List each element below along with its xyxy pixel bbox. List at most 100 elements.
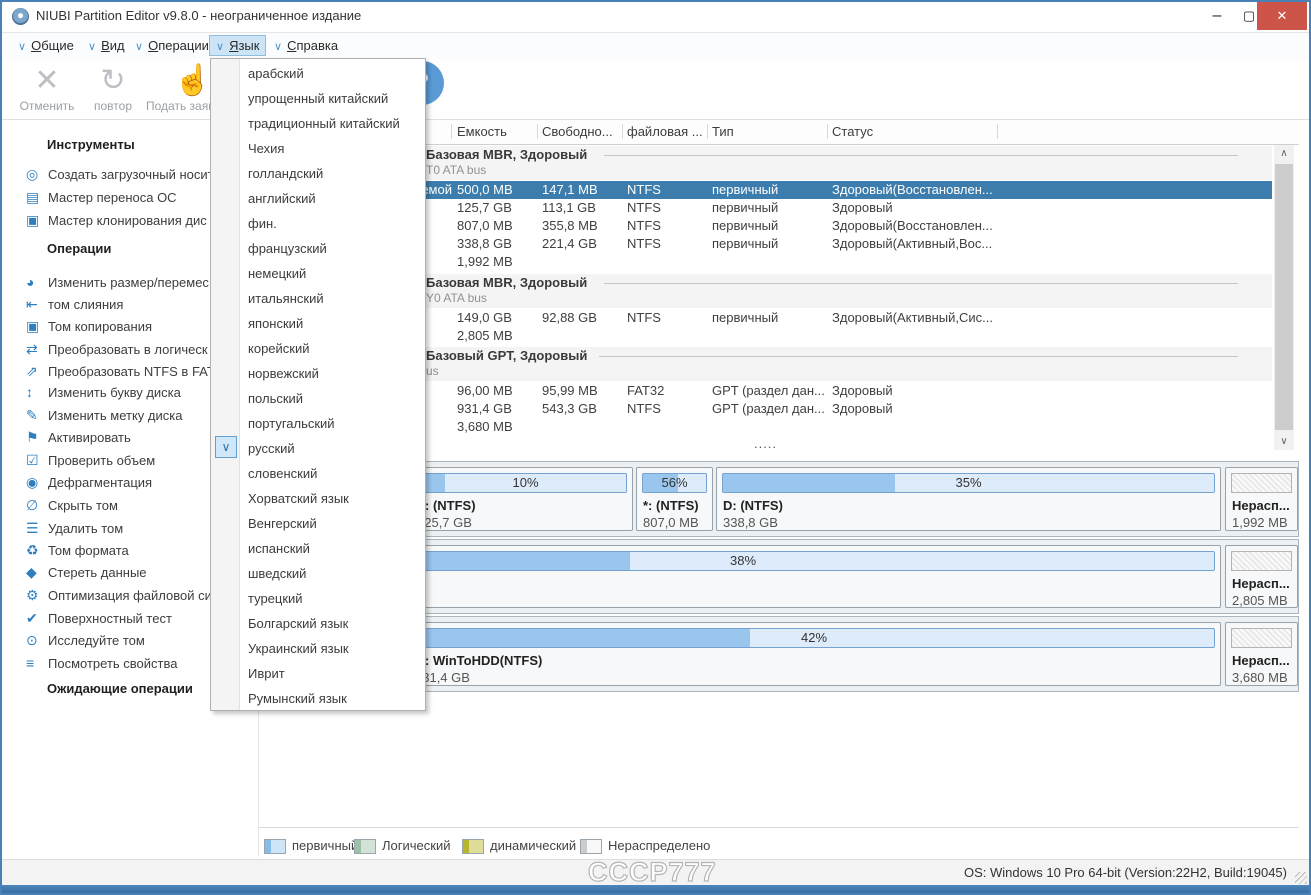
menu-item-norwegian[interactable]: норвежский [211, 361, 425, 386]
unallocated-block[interactable]: Нерасп... 3,680 MB [1225, 622, 1298, 686]
drive-letter-icon: ↕ [26, 382, 48, 402]
menu-item-turkish[interactable]: турецкий [211, 586, 425, 611]
sidebar-item-wipe-data[interactable]: ◆Стереть данные [26, 562, 147, 582]
sidebar-item-os-migration[interactable]: ▤Мастер переноса ОС [26, 187, 177, 207]
partition-block[interactable]: 42% : WinToHDD(NTFS) 931,4 GB [407, 622, 1221, 686]
menu-item-spanish[interactable]: испанский [211, 536, 425, 561]
partition-block[interactable]: 10% : (NTFS) 125,7 GB [418, 467, 633, 531]
sidebar-item-merge[interactable]: ⇤том слияния [26, 294, 123, 314]
menu-item-traditional-chinese[interactable]: традиционный китайский [211, 111, 425, 136]
flag-icon: ⚑ [26, 427, 48, 447]
menu-language[interactable]: Язык [209, 35, 266, 56]
window-bottom-border [0, 885, 1311, 895]
partition-block[interactable]: 56% *: (NTFS) 807,0 MB [636, 467, 713, 531]
menu-item-hebrew[interactable]: Иврит [211, 661, 425, 686]
resize-grip[interactable] [1295, 872, 1307, 884]
menu-item-swedish[interactable]: шведский [211, 561, 425, 586]
toolbar: ✕ Отменить ↻ повтор ☝ Подать заявку [2, 59, 1309, 120]
sidebar-item-copy[interactable]: ▣Том копирования [26, 316, 152, 336]
column-capacity[interactable]: Емкость [457, 124, 507, 139]
menu-item-japanese[interactable]: японский [211, 311, 425, 336]
pencil-icon: ✎ [26, 405, 48, 425]
column-type[interactable]: Тип [712, 124, 734, 139]
chevron-down-icon [216, 41, 224, 53]
menu-item-italian[interactable]: итальянский [211, 286, 425, 311]
menu-item-english[interactable]: английский [211, 186, 425, 211]
usage-bar: 35% [722, 473, 1215, 493]
column-filesystem[interactable]: файловая ... [627, 124, 703, 139]
sidebar-item-change-label[interactable]: ✎Изменить метку диска [26, 405, 182, 425]
sidebar-item-view-properties[interactable]: ≡Посмотреть свойства [26, 653, 177, 673]
menu-item-polish[interactable]: польский [211, 386, 425, 411]
menu-help[interactable]: Справка [268, 35, 344, 56]
unallocated-hatch [1231, 551, 1292, 571]
sidebar-item-bootable-media[interactable]: ◎Создать загрузочный носит [26, 164, 214, 184]
unallocated-hatch [1231, 628, 1292, 648]
partition-block[interactable]: 35% D: (NTFS) 338,8 GB [716, 467, 1221, 531]
sidebar-item-resize[interactable]: ◕Изменить размер/перемес [26, 272, 209, 292]
unallocated-hatch [1231, 473, 1292, 493]
usage-bar: 56% [642, 473, 707, 493]
undo-button[interactable]: ✕ Отменить [16, 61, 78, 117]
minimize-button[interactable] [1200, 2, 1234, 30]
sidebar-item-format-volume[interactable]: ♻Том формата [26, 540, 129, 560]
menu-item-portuguese[interactable]: португальский [211, 411, 425, 436]
window-title: NIUBI Partition Editor v9.8.0 - неограни… [36, 8, 361, 23]
app-window: NIUBI Partition Editor v9.8.0 - неограни… [0, 0, 1311, 895]
menu-item-french[interactable]: французский [211, 236, 425, 261]
legend-logical-swatch [354, 839, 376, 854]
sidebar-item-change-letter[interactable]: ↕Изменить букву диска [26, 382, 181, 402]
usage-bar: 42% [413, 628, 1215, 648]
menu-item-german[interactable]: немецкий [211, 261, 425, 286]
sidebar-item-clone-disk[interactable]: ▣Мастер клонирования дис [26, 210, 207, 230]
status-bar: CCCP777 OS: Windows 10 Pro 64-bit (Versi… [2, 859, 1309, 886]
hide-icon: ∅ [26, 495, 48, 515]
menu-item-ukrainian[interactable]: Украинский язык [211, 636, 425, 661]
unallocated-block[interactable]: Нерасп... 1,992 MB [1225, 467, 1298, 531]
sidebar-item-explore-volume[interactable]: ⊙Исследуйте том [26, 630, 145, 650]
menu-item-arabic[interactable]: арабский [211, 61, 425, 86]
copy-icon: ▣ [26, 316, 48, 336]
usage-bar: 10% [424, 473, 627, 493]
sidebar-item-fs-optimize[interactable]: ⚙Оптимизация файловой си [26, 585, 212, 605]
sidebar-section-tools: Инструменты [47, 137, 135, 152]
sidebar-item-convert-logical[interactable]: ⇄Преобразовать в логическ [26, 339, 208, 359]
sidebar-item-check-volume[interactable]: ☑Проверить объем [26, 450, 155, 470]
redo-button[interactable]: ↻ повтор [86, 61, 140, 117]
menu-view[interactable]: Вид [82, 35, 131, 56]
menu-item-dutch[interactable]: голландский [211, 161, 425, 186]
menu-item-hungarian[interactable]: Венгерский [211, 511, 425, 536]
menu-general[interactable]: Общие [12, 35, 80, 56]
scrollbar-thumb[interactable] [1275, 164, 1293, 430]
check-icon: ✔ [26, 608, 48, 628]
scroll-up-icon[interactable] [1274, 145, 1294, 162]
menu-item-simplified-chinese[interactable]: упрощенный китайский [211, 86, 425, 111]
os-info: OS: Windows 10 Pro 64-bit (Version:22H2,… [964, 865, 1287, 880]
menu-operations[interactable]: Операции [129, 35, 215, 56]
menu-item-korean[interactable]: корейский [211, 336, 425, 361]
menu-item-romanian[interactable]: Румынский язык [211, 686, 425, 711]
menu-item-russian[interactable]: русский [211, 436, 425, 461]
title-bar: NIUBI Partition Editor v9.8.0 - неограни… [2, 2, 1309, 33]
vertical-scrollbar[interactable] [1274, 145, 1294, 450]
column-status[interactable]: Статус [832, 124, 873, 139]
menu-item-croatian[interactable]: Хорватский язык [211, 486, 425, 511]
menu-item-slovenian[interactable]: словенский [211, 461, 425, 486]
sidebar-item-convert-ntfs[interactable]: ⇗Преобразовать NTFS в FAT [26, 361, 215, 381]
menu-item-finnish[interactable]: фин. [211, 211, 425, 236]
merge-icon: ⇤ [26, 294, 48, 314]
close-button[interactable] [1257, 2, 1307, 30]
legend-primary-swatch [264, 839, 286, 854]
sidebar-item-set-active[interactable]: ⚑Активировать [26, 427, 131, 447]
sidebar-item-hide-volume[interactable]: ∅Скрыть том [26, 495, 118, 515]
menu-item-bulgarian[interactable]: Болгарский язык [211, 611, 425, 636]
unallocated-block[interactable]: Нерасп... 2,805 MB [1225, 545, 1298, 608]
column-free[interactable]: Свободно... [542, 124, 613, 139]
sidebar-item-delete-volume[interactable]: ☰Удалить том [26, 518, 123, 538]
convert-icon: ⇄ [26, 339, 48, 359]
delete-icon: ☰ [26, 518, 48, 538]
menu-item-czech[interactable]: Чехия [211, 136, 425, 161]
sidebar-item-defrag[interactable]: ◉Дефрагментация [26, 472, 152, 492]
sidebar-item-surface-test[interactable]: ✔Поверхностный тест [26, 608, 172, 628]
scroll-down-icon[interactable] [1274, 433, 1294, 450]
